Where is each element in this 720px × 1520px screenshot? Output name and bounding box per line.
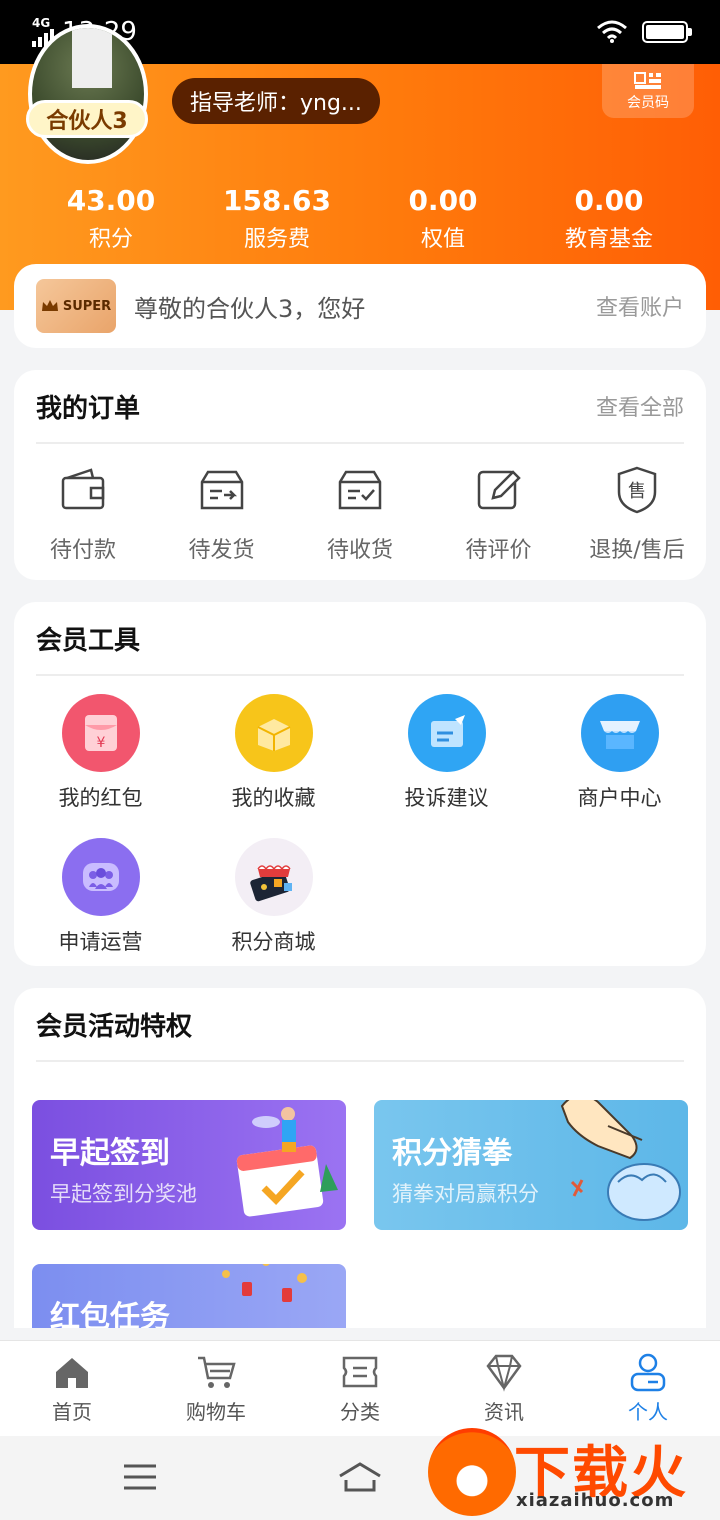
tab-profile[interactable]: 个人 (576, 1341, 720, 1436)
wallet-icon (61, 468, 105, 510)
tab-label: 购物车 (186, 1400, 246, 1424)
stat-label: 教育基金 (564, 227, 653, 252)
order-pending-payment[interactable]: 待付款 (14, 464, 152, 564)
promo-points-guess[interactable]: 积分猜拳 猜拳对局赢积分 (374, 1100, 688, 1230)
teacher-label[interactable]: 指导老师：yng... (172, 78, 380, 124)
tool-label: 我的收藏 (231, 786, 316, 810)
home-nav-icon[interactable] (336, 1462, 384, 1494)
wifi-icon (597, 20, 627, 43)
tool-label: 我的红包 (58, 786, 143, 810)
tools-title: 会员工具 (36, 625, 141, 656)
stat-label: 积分 (88, 227, 133, 252)
tool-label: 商户中心 (577, 786, 662, 810)
stat-points[interactable]: 43.00 积分 (28, 184, 194, 253)
team-icon (61, 838, 140, 916)
tool-points-mall[interactable]: 积分商城 (187, 838, 360, 982)
tab-label: 个人 (628, 1400, 668, 1424)
member-tools-card: 会员工具 ¥ 我的红包 我的收藏 投诉建议 商户中心 申请运营 积分商城 (14, 602, 706, 966)
qr-code-icon (634, 72, 661, 89)
order-pending-shipment[interactable]: 待发货 (153, 464, 291, 564)
flame-logo-icon (428, 1428, 516, 1516)
stat-value: 158.63 (222, 184, 332, 217)
store-icon (580, 694, 659, 772)
stat-label: 权值 (420, 227, 465, 252)
diamond-icon (486, 1354, 522, 1392)
svg-text:¥: ¥ (96, 735, 105, 751)
svg-text:售: 售 (628, 481, 646, 502)
tool-label: 积分商城 (231, 930, 316, 954)
avatar[interactable] (28, 24, 148, 164)
level-badge: 合伙人3 (26, 100, 148, 138)
stat-value: 0.00 (574, 184, 644, 217)
tool-label: 投诉建议 (404, 786, 489, 810)
ship-box-icon (200, 470, 243, 510)
view-all-orders-link[interactable]: 查看全部 (596, 390, 684, 422)
order-pending-review[interactable]: 待评价 (430, 464, 568, 564)
stats-row: 43.00 积分 158.63 服务费 0.00 权值 0.00 教育基金 (28, 184, 692, 253)
stat-value: 0.00 (408, 184, 478, 217)
promo-red-envelope-task[interactable]: 红包任务 (32, 1264, 346, 1328)
coins-illustration-icon (222, 1264, 307, 1302)
home-icon (56, 1358, 88, 1388)
favorite-box-icon (234, 694, 313, 772)
tool-apply-operation[interactable]: 申请运营 (14, 838, 187, 982)
points-mall-icon (234, 838, 313, 916)
receive-box-icon (338, 470, 382, 510)
member-privileges-card: 会员活动特权 早起签到 早起签到分奖池 积分猜拳 猜拳对局赢积分 红包任务 (14, 988, 706, 1328)
tab-category[interactable]: 分类 (288, 1341, 432, 1436)
bottom-tab-bar: 首页 购物车 分类 资讯 个人 (0, 1340, 720, 1436)
order-label: 待收货 (326, 538, 393, 563)
tool-merchant-center[interactable]: 商户中心 (533, 694, 706, 838)
tab-home[interactable]: 首页 (0, 1341, 144, 1436)
greeting-card: SUPER 尊敬的合伙人3，您好 查看账户 (14, 264, 706, 348)
order-label: 待发货 (188, 538, 255, 563)
review-edit-icon (477, 470, 521, 510)
tool-my-favorites[interactable]: 我的收藏 (187, 694, 360, 838)
super-badge: SUPER (36, 279, 116, 333)
stat-value: 43.00 (66, 184, 156, 217)
promo-morning-checkin[interactable]: 早起签到 早起签到分奖池 (32, 1100, 346, 1230)
order-label: 待评价 (465, 538, 532, 563)
tab-label: 资讯 (484, 1400, 524, 1424)
tab-cart[interactable]: 购物车 (144, 1341, 288, 1436)
tab-label: 首页 (52, 1400, 92, 1424)
red-envelope-icon: ¥ (61, 694, 140, 772)
member-qr-button[interactable]: 会员码 (602, 64, 694, 118)
feedback-icon (407, 694, 486, 772)
category-icon (342, 1356, 378, 1388)
stat-label: 服务费 (243, 227, 310, 252)
view-account-link[interactable]: 查看账户 (596, 290, 684, 322)
watermark-logo: 下载火 xiazaihuo.com (424, 1424, 720, 1520)
stat-weight[interactable]: 0.00 权值 (360, 184, 526, 253)
orders-card: 我的订单 查看全部 待付款 待发货 待收货 待评价 售 退换/售后 (14, 370, 706, 580)
tab-news[interactable]: 资讯 (432, 1341, 576, 1436)
qr-label: 会员码 (627, 95, 669, 111)
hand-gesture-illustration-icon (560, 1100, 681, 1221)
person-icon (630, 1353, 666, 1392)
after-sale-shield-icon: 售 (617, 466, 657, 514)
tool-feedback[interactable]: 投诉建议 (360, 694, 533, 838)
order-label: 待付款 (49, 538, 116, 563)
battery-icon (642, 21, 692, 43)
menu-icon[interactable] (122, 1462, 158, 1492)
stat-service-fee[interactable]: 158.63 服务费 (194, 184, 360, 253)
super-badge-label: SUPER (62, 298, 112, 314)
crown-icon (41, 300, 58, 311)
tool-my-red-envelope[interactable]: ¥ 我的红包 (14, 694, 187, 838)
tab-label: 分类 (340, 1400, 380, 1424)
tool-label: 申请运营 (58, 930, 143, 954)
greeting-text: 尊敬的合伙人3，您好 (134, 294, 366, 323)
order-pending-receipt[interactable]: 待收货 (291, 464, 429, 564)
watermark-url: xiazaihuo.com (516, 1490, 675, 1511)
stat-education-fund[interactable]: 0.00 教育基金 (526, 184, 692, 253)
order-label: 退换/售后 (589, 538, 685, 563)
privileges-title: 会员活动特权 (36, 1011, 193, 1042)
order-after-sale[interactable]: 售 退换/售后 (568, 464, 706, 564)
calendar-illustration-icon (236, 1107, 338, 1217)
cart-icon (198, 1356, 236, 1388)
orders-title: 我的订单 (36, 393, 141, 424)
